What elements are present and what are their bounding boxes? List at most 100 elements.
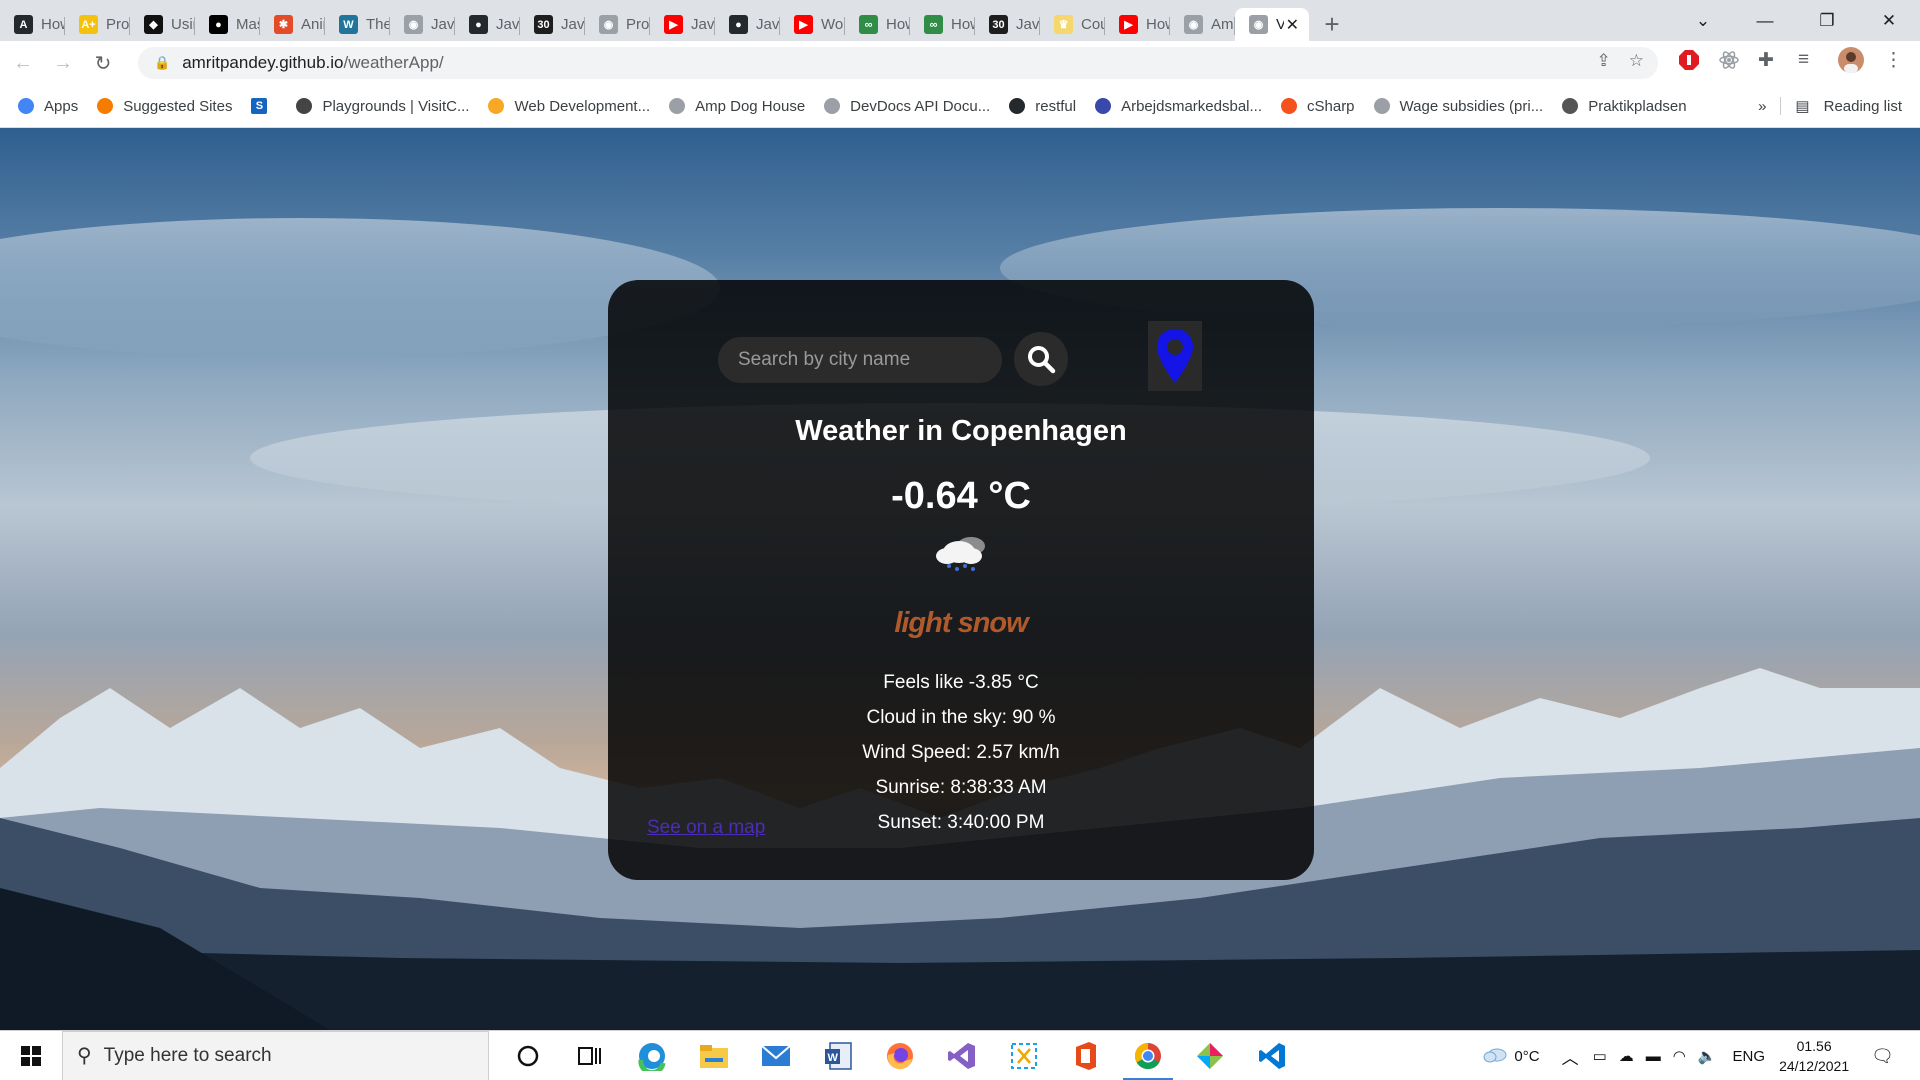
minimize-button[interactable]: —	[1734, 11, 1796, 31]
bookmark-item[interactable]: Amp Dog House	[669, 98, 805, 115]
snipping-tool-icon[interactable]	[993, 1031, 1055, 1080]
visual-studio-icon[interactable]	[931, 1031, 993, 1080]
notifications-icon[interactable]: 🗨	[1871, 1046, 1894, 1067]
browser-tab[interactable]: ♛ Cou	[1040, 8, 1105, 41]
profile-avatar[interactable]	[1838, 47, 1864, 73]
browser-tab[interactable]: ▶ How	[1105, 8, 1170, 41]
browser-tab[interactable]: ∞ How	[845, 8, 910, 41]
bookmark-list: Apps Suggested Sites S Playgrounds | VisitC…	[18, 98, 1706, 115]
search-button[interactable]	[1014, 332, 1068, 386]
tab-title: Java	[496, 16, 520, 33]
bookmark-item[interactable]: Playgrounds | VisitC...	[296, 98, 469, 115]
browser-tab[interactable]: ✱ Anin	[260, 8, 325, 41]
address-bar[interactable]: 🔒 amritpandey.github.io/weatherApp/ ⇪ ☆	[138, 47, 1658, 79]
bookmark-item[interactable]: restful	[1009, 98, 1076, 115]
browser-tab[interactable]: 30 Java	[520, 8, 585, 41]
bookmark-label: Arbejdsmarkedsbal...	[1121, 97, 1262, 115]
bookmark-favicon-icon	[488, 98, 505, 114]
bookmark-item[interactable]: cSharp	[1281, 98, 1355, 115]
task-view-icon[interactable]	[559, 1031, 621, 1080]
close-window-button[interactable]: ✕	[1858, 11, 1920, 31]
browser-tab[interactable]: A+ Pror	[65, 8, 130, 41]
close-tab-icon[interactable]: ✕	[1283, 15, 1301, 35]
bookmark-label: Suggested Sites	[123, 97, 233, 115]
bookmark-label: Amp Dog House	[695, 97, 806, 115]
bookmark-item[interactable]: Suggested Sites	[97, 98, 232, 115]
browser-tab[interactable]: ◉ Pror	[585, 8, 650, 41]
wifi-icon[interactable]: ◠	[1673, 1047, 1686, 1065]
browser-toolbar: ← → ↻ 🔒 amritpandey.github.io/weatherApp…	[0, 41, 1920, 85]
tab-title: Java	[561, 16, 585, 33]
office-icon[interactable]	[1055, 1031, 1117, 1080]
reading-list-icon[interactable]: ▤	[1795, 97, 1809, 115]
media-queue-icon[interactable]: ≡	[1798, 49, 1809, 71]
clock[interactable]: 01.56 24/12/2021	[1779, 1036, 1849, 1076]
edge-browser-icon[interactable]	[621, 1031, 683, 1080]
chrome-icon[interactable]	[1117, 1031, 1179, 1080]
react-devtools-icon[interactable]	[1718, 49, 1740, 71]
browser-tab[interactable]: A How	[0, 8, 65, 41]
firefox-icon[interactable]	[869, 1031, 931, 1080]
onedrive-icon[interactable]: ☁	[1619, 1047, 1634, 1065]
browser-menu-icon[interactable]: ⋮	[1884, 49, 1903, 72]
lock-icon[interactable]: 🔒	[154, 55, 170, 71]
share-icon[interactable]: ⇪	[1597, 51, 1611, 71]
browser-tab[interactable]: ● Java	[715, 8, 780, 41]
tab-title: Java	[431, 16, 455, 33]
see-on-map-link[interactable]: See on a map	[647, 817, 765, 839]
reload-button[interactable]: ↻	[86, 51, 120, 76]
more-bookmarks-button[interactable]: »	[1758, 98, 1766, 115]
back-button[interactable]: ←	[6, 52, 40, 75]
bookmark-item[interactable]: Apps	[18, 98, 78, 115]
browser-tab[interactable]: ▶ Java	[650, 8, 715, 41]
git-kraken-icon[interactable]	[1179, 1031, 1241, 1080]
volume-icon[interactable]: 🔈	[1698, 1047, 1717, 1065]
browser-tab[interactable]: ∞ How	[910, 8, 975, 41]
bookmark-label: restful	[1035, 97, 1077, 115]
browser-tab[interactable]: ◉ Am	[1170, 8, 1235, 41]
taskbar-search-box[interactable]: ⚲ Type here to search	[62, 1030, 489, 1080]
bookmark-item[interactable]: Praktikpladsen	[1562, 98, 1687, 115]
browser-tab[interactable]: ▶ Wor	[780, 8, 845, 41]
browser-tab[interactable]: ● Java	[455, 8, 520, 41]
tray-chevron-icon[interactable]: ︿	[1562, 1044, 1579, 1069]
new-tab-button[interactable]: +	[1309, 8, 1355, 41]
bookmark-item[interactable]: S	[251, 98, 277, 114]
browser-tab[interactable]: 30 Java	[975, 8, 1040, 41]
browser-tab[interactable]: W The	[325, 8, 390, 41]
start-button[interactable]	[0, 1031, 62, 1080]
tab-favicon-icon: ◉	[1184, 15, 1203, 34]
tab-favicon-icon: ✱	[274, 15, 293, 34]
bookmark-item[interactable]: DevDocs API Docu...	[824, 98, 990, 115]
bookmark-star-icon[interactable]: ☆	[1629, 51, 1644, 71]
file-explorer-icon[interactable]	[683, 1031, 745, 1080]
reading-list-button[interactable]: Reading list	[1824, 98, 1902, 115]
language-indicator[interactable]: ENG	[1733, 1048, 1766, 1065]
word-icon[interactable]: W	[807, 1031, 869, 1080]
adblock-extension-icon[interactable]	[1678, 49, 1700, 71]
maximize-button[interactable]: ❐	[1796, 11, 1858, 31]
location-button[interactable]	[1148, 321, 1202, 391]
cortana-icon[interactable]	[497, 1031, 559, 1080]
city-search-input[interactable]	[718, 337, 1002, 383]
mail-icon[interactable]	[745, 1031, 807, 1080]
browser-tab[interactable]: ● Mas	[195, 8, 260, 41]
extensions-puzzle-icon[interactable]: ✚	[1758, 49, 1774, 72]
meet-now-icon[interactable]: ▭	[1593, 1047, 1607, 1065]
weather-widget-temp[interactable]: 0°C	[1514, 1048, 1539, 1065]
search-icon	[1028, 346, 1056, 374]
browser-tab[interactable]: ◆ Usin	[130, 8, 195, 41]
magnifier-icon: ⚲	[77, 1045, 92, 1067]
browser-tab[interactable]: ◉ Java	[390, 8, 455, 41]
tab-search-icon[interactable]: ⌄	[1672, 11, 1734, 31]
weather-widget-icon[interactable]	[1482, 1045, 1508, 1067]
browser-tab[interactable]: ◉ V ✕	[1235, 8, 1309, 41]
bookmark-item[interactable]: Web Development...	[488, 98, 650, 115]
tab-title: The	[366, 16, 390, 33]
battery-icon[interactable]: ▬	[1646, 1048, 1661, 1065]
bookmark-item[interactable]: Arbejdsmarkedsbal...	[1095, 98, 1262, 115]
tab-favicon-icon: A	[14, 15, 33, 34]
bookmark-item[interactable]: Wage subsidies (pri...	[1373, 98, 1543, 115]
forward-button[interactable]: →	[46, 52, 80, 75]
vscode-icon[interactable]	[1241, 1031, 1303, 1080]
